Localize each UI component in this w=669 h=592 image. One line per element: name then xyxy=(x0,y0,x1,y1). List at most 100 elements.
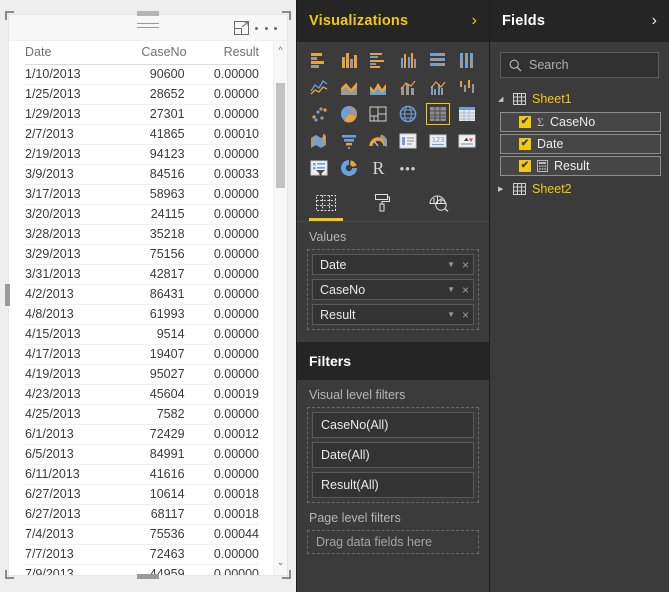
column-header-result[interactable]: Result xyxy=(186,41,259,65)
table-cell-caseno[interactable]: 94123 xyxy=(114,144,187,165)
column-header-caseno[interactable]: CaseNo xyxy=(114,41,187,65)
line-chart-icon[interactable] xyxy=(307,76,331,98)
table-cell-date[interactable]: 6/1/2013 xyxy=(25,424,115,445)
table-cell-caseno[interactable]: 24115 xyxy=(114,204,187,225)
table-cell-caseno[interactable]: 19407 xyxy=(114,344,187,365)
table-cell-result[interactable]: 0.00000 xyxy=(186,344,259,365)
table-cell-caseno[interactable]: 75536 xyxy=(114,524,187,545)
funnel-chart-icon[interactable] xyxy=(337,130,361,152)
table-cell-result[interactable]: 0.00000 xyxy=(186,204,259,225)
chevron-right-icon[interactable]: › xyxy=(652,13,657,29)
table-grid-area[interactable]: Date CaseNo Result 1/10/2013 90600 0.00000… xyxy=(9,41,287,575)
field-checkbox[interactable]: ✔ xyxy=(519,116,531,128)
remove-field-icon[interactable]: × xyxy=(462,309,469,321)
visualization-pane-tabs[interactable] xyxy=(297,183,489,222)
table-cell-date[interactable]: 6/27/2013 xyxy=(25,504,115,525)
gauge-icon[interactable] xyxy=(366,130,390,152)
scatter-chart-icon[interactable] xyxy=(307,103,331,125)
value-field-caseno[interactable]: CaseNo ▼ × xyxy=(312,279,474,300)
table-row[interactable]: 1/10/2013 90600 0.00000 xyxy=(25,64,259,85)
table-cell-caseno[interactable]: 95027 xyxy=(114,364,187,385)
table-cell-caseno[interactable]: 10614 xyxy=(114,484,187,505)
table-cell-result[interactable]: 0.00012 xyxy=(186,424,259,445)
table-cell-date[interactable]: 6/5/2013 xyxy=(25,444,115,465)
drag-handle-icon[interactable] xyxy=(137,23,159,31)
resize-handle-top-middle[interactable] xyxy=(137,11,159,16)
table-cell-result[interactable]: 0.00018 xyxy=(186,484,259,505)
table-row[interactable]: 1/25/2013 28652 0.00000 xyxy=(25,84,259,105)
table-row[interactable]: 4/17/2013 19407 0.00000 xyxy=(25,344,259,365)
field-tree[interactable]: ◢ Sheet1 ✔ Σ CaseNo ✔ Date ✔ Result ▶ Sheet2 xyxy=(490,84,669,200)
table-row[interactable]: 4/2/2013 86431 0.00000 xyxy=(25,284,259,305)
table-row[interactable]: 2/7/2013 41865 0.00010 xyxy=(25,124,259,145)
field-table-sheet1[interactable]: ◢ Sheet1 xyxy=(490,88,669,110)
line-stacked-column-chart-icon[interactable] xyxy=(396,76,420,98)
table-cell-caseno[interactable]: 75156 xyxy=(114,244,187,265)
stacked-bar-chart-icon[interactable] xyxy=(307,49,331,71)
field-table-sheet2[interactable]: ▶ Sheet2 xyxy=(490,178,669,200)
table-cell-caseno[interactable]: 41616 xyxy=(114,464,187,485)
value-field-date[interactable]: Date ▼ × xyxy=(312,254,474,275)
table-cell-result[interactable]: 0.00000 xyxy=(186,264,259,285)
table-row[interactable]: 4/8/2013 61993 0.00000 xyxy=(25,304,259,325)
table-row[interactable]: 6/5/2013 84991 0.00000 xyxy=(25,444,259,465)
table-cell-caseno[interactable]: 72429 xyxy=(114,424,187,445)
table-cell-date[interactable]: 7/7/2013 xyxy=(25,544,115,565)
table-cell-date[interactable]: 2/7/2013 xyxy=(25,124,115,145)
table-cell-date[interactable]: 6/27/2013 xyxy=(25,484,115,505)
area-chart-icon[interactable] xyxy=(337,76,361,98)
resize-handle-bottom-right[interactable] xyxy=(282,570,291,579)
table-cell-caseno[interactable]: 84991 xyxy=(114,444,187,465)
table-cell-result[interactable]: 0.00000 xyxy=(186,544,259,565)
table-cell-result[interactable]: 0.00000 xyxy=(186,84,259,105)
table-cell-date[interactable]: 3/28/2013 xyxy=(25,224,115,245)
table-cell-result[interactable]: 0.00019 xyxy=(186,384,259,405)
table-row[interactable]: 3/17/2013 58963 0.00000 xyxy=(25,184,259,205)
table-cell-result[interactable]: 0.00000 xyxy=(186,64,259,85)
filter-card[interactable]: Date(All) xyxy=(312,442,474,468)
table-cell-date[interactable]: 3/31/2013 xyxy=(25,264,115,285)
table-cell-caseno[interactable]: 45604 xyxy=(114,384,187,405)
table-row[interactable]: 3/9/2013 84516 0.00033 xyxy=(25,164,259,185)
value-field-result[interactable]: Result ▼ × xyxy=(312,304,474,325)
table-row[interactable]: 2/19/2013 94123 0.00000 xyxy=(25,144,259,165)
focus-mode-icon[interactable] xyxy=(234,21,249,35)
table-cell-caseno[interactable]: 27301 xyxy=(114,104,187,125)
chevron-right-icon[interactable]: › xyxy=(472,13,477,29)
table-visual[interactable]: Date CaseNo Result 1/10/2013 90600 0.00000… xyxy=(8,14,288,576)
table-cell-result[interactable]: 0.00000 xyxy=(186,324,259,345)
field-item-date[interactable]: ✔ Date xyxy=(500,134,661,154)
table-cell-result[interactable]: 0.00000 xyxy=(186,464,259,485)
table-cell-result[interactable]: 0.00000 xyxy=(186,244,259,265)
matrix-icon[interactable] xyxy=(455,103,479,125)
table-cell-caseno[interactable]: 28652 xyxy=(114,84,187,105)
table-cell-date[interactable]: 2/19/2013 xyxy=(25,144,115,165)
table-row[interactable]: 4/15/2013 9514 0.00000 xyxy=(25,324,259,345)
table-cell-date[interactable]: 7/4/2013 xyxy=(25,524,115,545)
table-row[interactable]: 6/1/2013 72429 0.00012 xyxy=(25,424,259,445)
table-cell-date[interactable]: 3/17/2013 xyxy=(25,184,115,205)
table-cell-result[interactable]: 0.00000 xyxy=(186,224,259,245)
table-row[interactable]: 6/27/2013 10614 0.00018 xyxy=(25,484,259,505)
table-cell-result[interactable]: 0.00000 xyxy=(186,364,259,385)
resize-handle-left-middle[interactable] xyxy=(5,284,10,306)
triangle-down-icon[interactable]: ◢ xyxy=(498,95,507,103)
table-cell-result[interactable]: 0.00000 xyxy=(186,144,259,165)
multi-row-card-icon[interactable]: 123 xyxy=(426,130,450,152)
table-row[interactable]: 1/29/2013 27301 0.00000 xyxy=(25,104,259,125)
table-cell-date[interactable]: 7/9/2013 xyxy=(25,564,115,575)
table-cell-caseno[interactable]: 7582 xyxy=(114,404,187,425)
table-cell-result[interactable]: 0.00000 xyxy=(186,444,259,465)
table-cell-date[interactable]: 1/25/2013 xyxy=(25,84,115,105)
table-cell-date[interactable]: 4/8/2013 xyxy=(25,304,115,325)
visual-type-gallery[interactable]: 123 R ••• xyxy=(297,42,489,183)
pie-chart-icon[interactable] xyxy=(337,103,361,125)
table-row[interactable]: 6/11/2013 41616 0.00000 xyxy=(25,464,259,485)
more-options-icon[interactable] xyxy=(255,21,277,35)
table-row[interactable]: 7/4/2013 75536 0.00044 xyxy=(25,524,259,545)
resize-handle-top-right[interactable] xyxy=(282,11,291,20)
fields-tab[interactable] xyxy=(309,189,343,221)
table-cell-result[interactable]: 0.00010 xyxy=(186,124,259,145)
kpi-icon[interactable] xyxy=(455,130,479,152)
table-visual-container[interactable]: Date CaseNo Result 1/10/2013 90600 0.00000… xyxy=(5,11,291,579)
